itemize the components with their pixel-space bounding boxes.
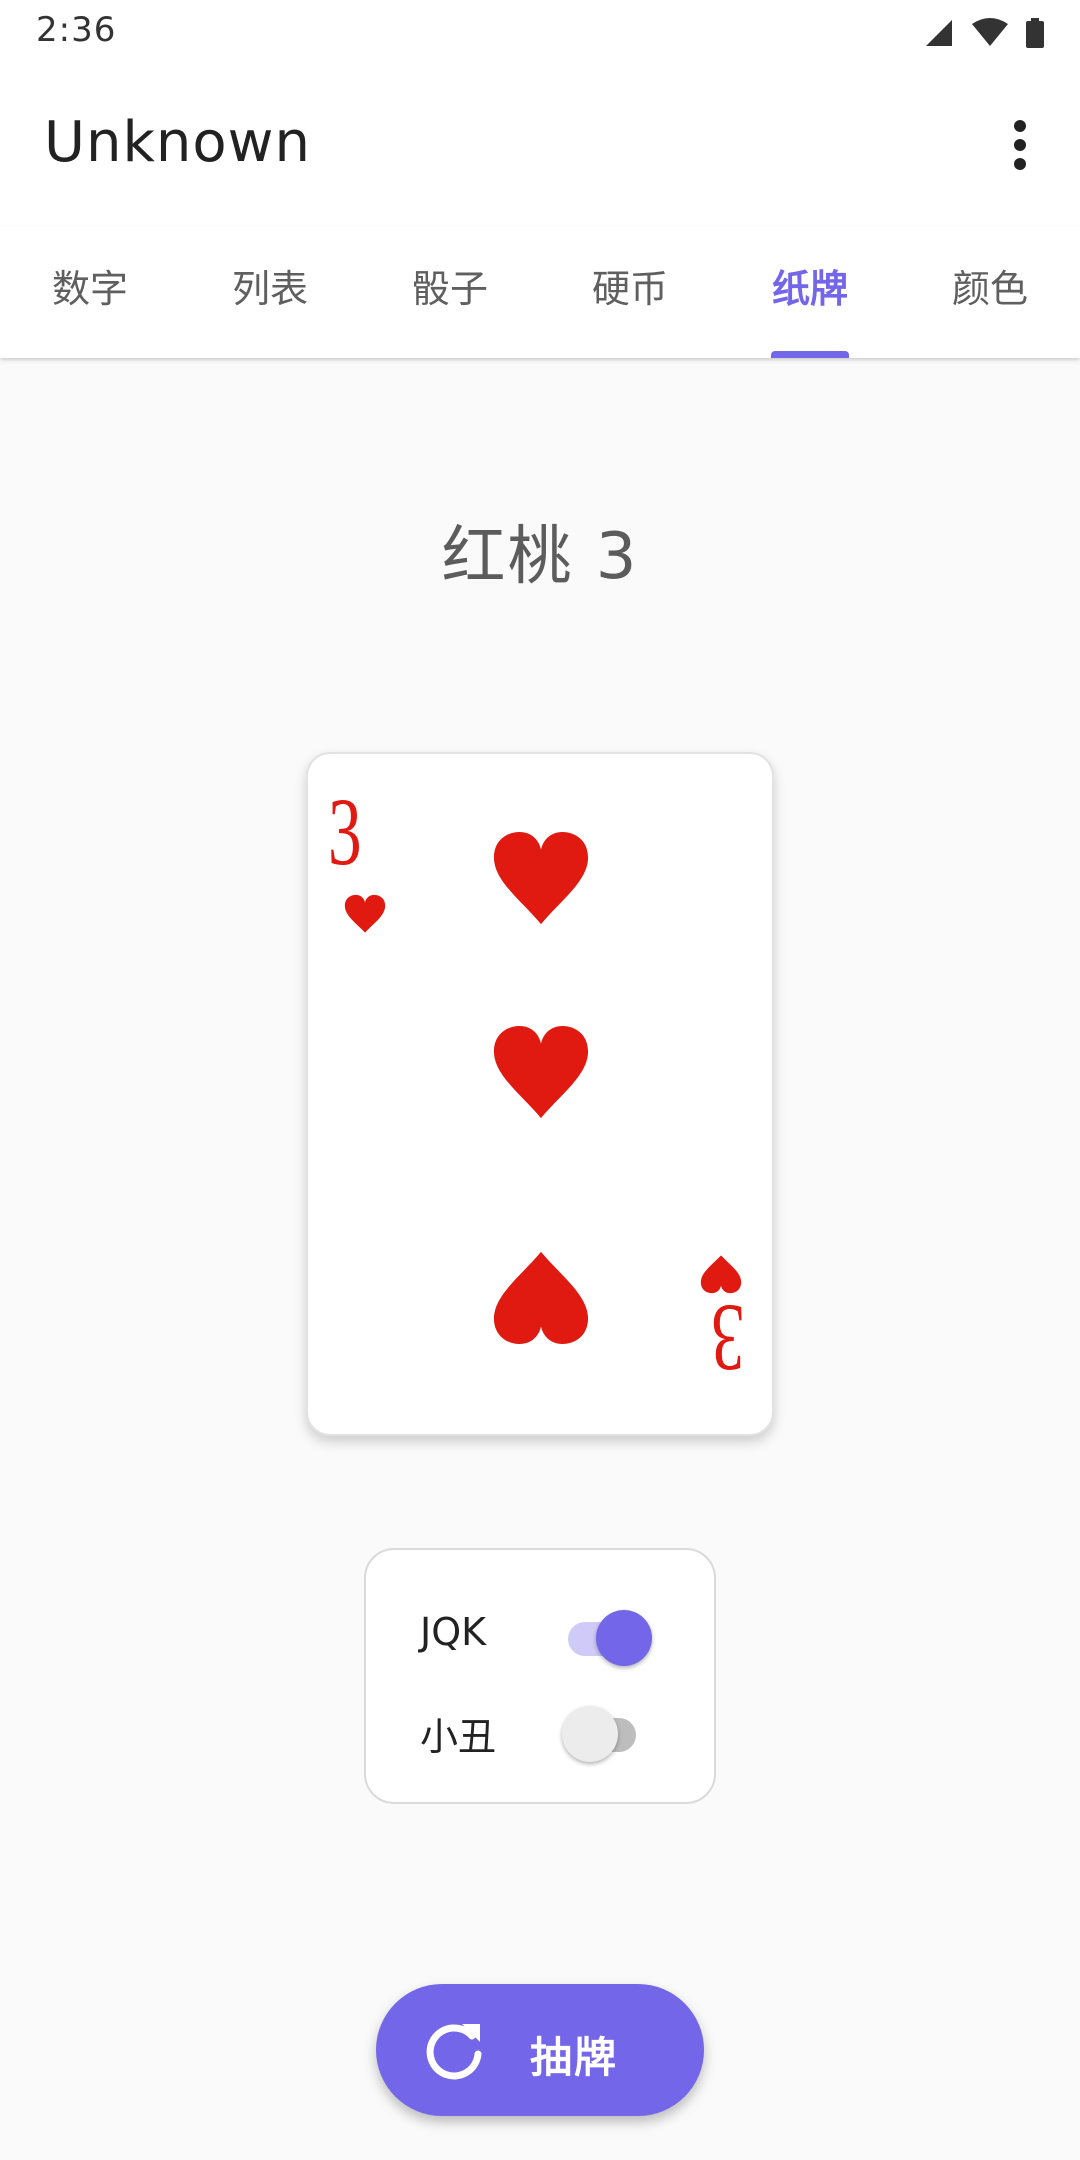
tab-bar: 数字 列表 骰子 硬币 纸牌 颜色	[0, 226, 1080, 358]
overflow-menu-button[interactable]	[990, 110, 1050, 180]
card-rank-top: 3	[328, 778, 362, 885]
option-jqk-label: JQK	[420, 1610, 487, 1654]
card-rank-bottom: 3	[711, 1285, 745, 1392]
jqk-switch-thumb	[596, 1610, 652, 1666]
tab-number[interactable]: 数字	[0, 226, 180, 358]
draw-card-label: 抽牌	[530, 2033, 619, 2082]
joker-switch[interactable]	[562, 1702, 652, 1762]
playing-card: 3 3	[306, 752, 774, 1436]
joker-switch-thumb	[562, 1706, 618, 1762]
card-options-panel: JQK 小丑	[364, 1548, 716, 1804]
draw-card-button[interactable]: 抽牌	[376, 1984, 704, 2116]
option-joker-label: 小丑	[420, 1715, 497, 1759]
tab-dice[interactable]: 骰子	[360, 226, 540, 358]
result-title: 红桃 3	[441, 520, 639, 594]
tab-cards[interactable]: 纸牌	[720, 226, 900, 358]
tab-list[interactable]: 列表	[180, 226, 360, 358]
heart-icon	[493, 831, 589, 925]
status-icons	[924, 16, 1044, 50]
heart-icon	[493, 1025, 589, 1119]
app-title: Unknown	[44, 110, 311, 175]
jqk-switch[interactable]	[562, 1606, 652, 1666]
battery-icon	[1026, 18, 1044, 48]
option-joker-row: 小丑	[366, 1688, 714, 1768]
tab-coin[interactable]: 硬币	[540, 226, 720, 358]
tab-color[interactable]: 颜色	[900, 226, 1080, 358]
cellular-signal-icon	[926, 20, 952, 46]
heart-icon	[344, 894, 386, 933]
more-vert-icon	[1014, 120, 1026, 170]
wifi-icon	[972, 18, 1008, 46]
refresh-icon	[426, 2024, 482, 2080]
app-bar: Unknown	[0, 66, 1080, 226]
heart-icon	[493, 1251, 589, 1345]
status-bar: 2:36	[0, 0, 1080, 66]
screen: 2:36 Unknown 数字 列表 骰子 硬币 纸牌 颜色 红桃 3 3 3 …	[0, 0, 1080, 2160]
status-time: 2:36	[36, 10, 117, 50]
option-jqk-row: JQK	[366, 1592, 714, 1672]
